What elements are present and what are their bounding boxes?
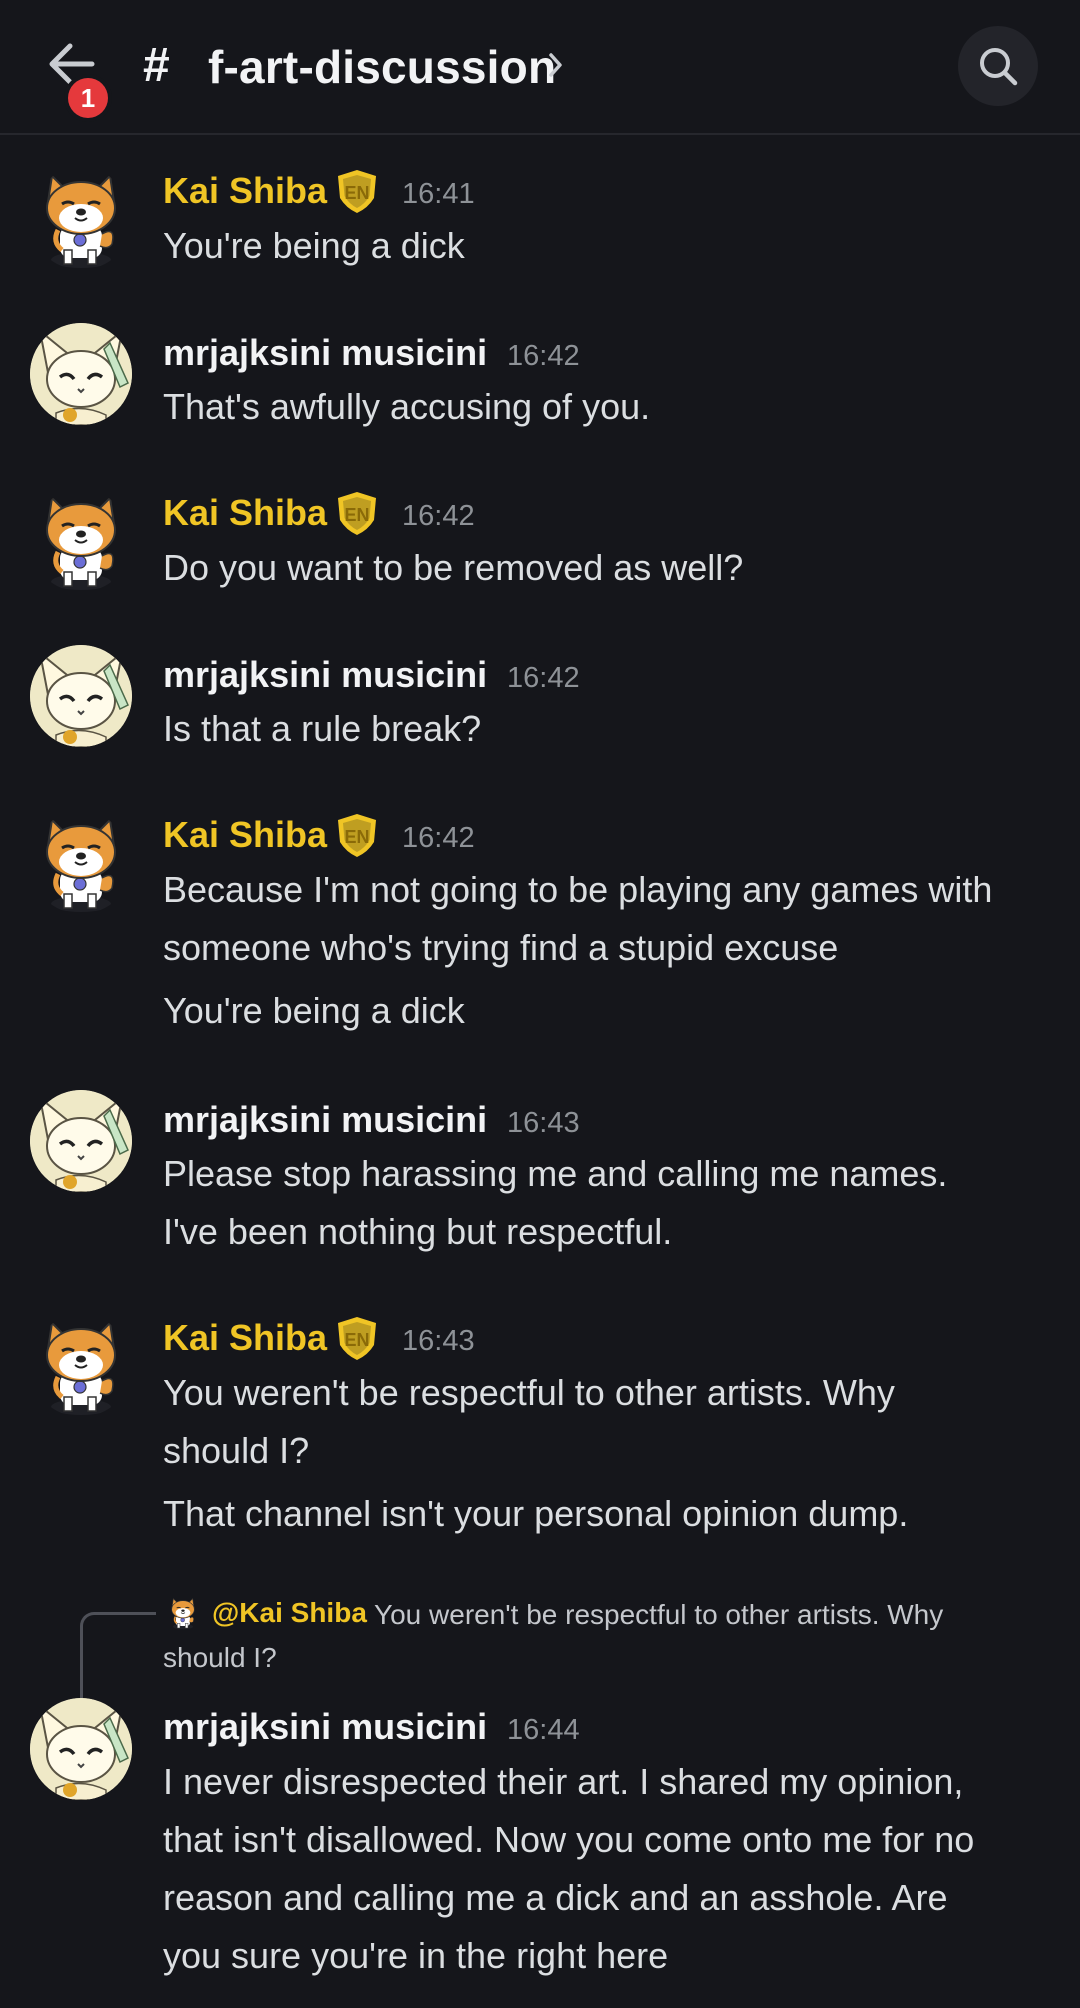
message-line: That's awfully accusing of you. <box>163 386 651 427</box>
message-line: someone who's trying find a stupid excus… <box>163 927 839 968</box>
shield-en-icon <box>338 1317 376 1360</box>
reply-mention[interactable]: @Kai Shiba <box>212 1597 367 1629</box>
message-line: That channel isn't your personal opinion… <box>163 1493 909 1534</box>
message-line: reason and calling me a dick and an assh… <box>163 1877 948 1918</box>
message-line: Please stop harassing me and calling me … <box>163 1153 948 1194</box>
reply-preview-text[interactable]: You weren't be respectful to other artis… <box>374 1599 943 1631</box>
message-line: You're being a dick <box>163 990 465 1031</box>
message-line: that isn't disallowed. Now you come onto… <box>163 1819 975 1860</box>
author-name[interactable]: mrjajksini musicini <box>163 654 487 696</box>
shield-en-icon <box>338 492 376 535</box>
timestamp: 16:42 <box>402 822 475 854</box>
message-line: You're being a dick <box>163 225 465 266</box>
reply-avatar[interactable] <box>166 1595 200 1631</box>
message-line: I've been nothing but respectful. <box>163 1211 673 1252</box>
author-name[interactable]: mrjajksini musicini <box>163 1706 487 1748</box>
message-line: Is that a rule break? <box>163 708 482 749</box>
search-icon <box>980 48 1018 86</box>
back-button[interactable]: 1 <box>40 30 110 118</box>
channel-header: 1 # f-art-discussion <box>0 0 1080 135</box>
reply-preview-text[interactable]: should I? <box>163 1642 277 1674</box>
message-line: I never disrespected their art. I shared… <box>163 1761 964 1802</box>
author-name[interactable]: Kai Shiba <box>163 170 327 212</box>
avatar[interactable] <box>30 1698 132 1800</box>
avatar[interactable] <box>30 812 132 914</box>
author-name[interactable]: mrjajksini musicini <box>163 332 487 374</box>
message-line: should I? <box>163 1430 310 1471</box>
author-name[interactable]: mrjajksini musicini <box>163 1099 487 1141</box>
message-line: Do you want to be removed as well? <box>163 547 744 588</box>
timestamp: 16:42 <box>507 340 580 372</box>
shield-en-icon <box>338 170 376 213</box>
avatar[interactable] <box>30 1315 132 1417</box>
timestamp: 16:41 <box>402 178 475 210</box>
message-line: Because I'm not going to be playing any … <box>163 869 993 910</box>
author-name[interactable]: Kai Shiba <box>163 1317 327 1359</box>
avatar[interactable] <box>30 168 132 270</box>
hash-icon: # <box>143 39 170 92</box>
message-line: You weren't be respectful to other artis… <box>163 1372 895 1413</box>
avatar[interactable] <box>30 490 132 592</box>
search-button[interactable] <box>958 26 1038 106</box>
channel-title[interactable]: f-art-discussion <box>208 40 556 94</box>
unread-badge: 1 <box>68 78 108 118</box>
avatar[interactable] <box>30 1090 132 1192</box>
timestamp: 16:42 <box>402 500 475 532</box>
avatar[interactable] <box>30 323 132 425</box>
message-line: you sure you're in the right here <box>163 1935 669 1976</box>
shield-en-icon <box>338 814 376 857</box>
timestamp: 16:43 <box>507 1107 580 1139</box>
timestamp: 16:44 <box>507 1714 580 1746</box>
chevron-right-icon[interactable] <box>548 52 564 78</box>
author-name[interactable]: Kai Shiba <box>163 492 327 534</box>
timestamp: 16:42 <box>507 662 580 694</box>
timestamp: 16:43 <box>402 1325 475 1357</box>
author-name[interactable]: Kai Shiba <box>163 814 327 856</box>
avatar[interactable] <box>30 645 132 747</box>
